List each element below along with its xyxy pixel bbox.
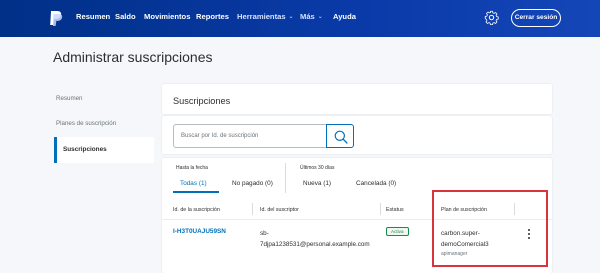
logout-button[interactable]: Cerrar sesión xyxy=(511,9,561,27)
column-divider xyxy=(252,203,253,215)
tab-no-pagado[interactable]: No pagado (0) xyxy=(232,180,273,187)
sidebar-item-planes[interactable]: Planes de suscripción xyxy=(56,120,116,127)
nav-mas-label: Más xyxy=(300,12,315,21)
active-tab-indicator xyxy=(173,191,219,193)
subscriber-id: sb- 7djpa1238531@personal.example.com xyxy=(260,228,370,250)
search-input[interactable]: Buscar por Id. de suscripción xyxy=(173,124,328,148)
chevron-down-icon: ⌄ xyxy=(317,14,323,20)
sidebar-item-resumen[interactable]: Resumen xyxy=(56,95,82,102)
chevron-down-icon: ⌄ xyxy=(288,14,294,20)
filter-group-to-date: Hasta la fecha xyxy=(176,165,208,171)
status-badge: Activa xyxy=(386,227,409,236)
nav-reportes[interactable]: Reportes xyxy=(196,12,229,21)
nav-herramientas-label: Herramientas xyxy=(237,12,286,21)
sidebar-item-label: Suscripciones xyxy=(63,146,107,153)
gear-icon[interactable] xyxy=(484,10,499,25)
nav-resumen[interactable]: Resumen xyxy=(76,12,110,21)
page-title: Administrar suscripciones xyxy=(53,49,213,65)
nav-herramientas[interactable]: Herramientas ⌄ xyxy=(237,12,294,21)
subscriber-id-line2: 7djpa1238531@personal.example.com xyxy=(260,241,370,248)
column-header-status: Estatus xyxy=(386,207,404,213)
top-navigation-bar: Resumen Saldo Movimientos Reportes Herra… xyxy=(0,0,600,37)
subscriber-id-line1: sb- xyxy=(260,230,269,237)
tab-cancelada[interactable]: Cancelada (0) xyxy=(356,180,396,187)
column-header-subscriber-id: Id. del suscriptor xyxy=(260,207,299,213)
nav-ayuda[interactable]: Ayuda xyxy=(333,12,356,21)
subscription-id-link[interactable]: I-H3T0UAJU59SN xyxy=(173,228,226,235)
column-header-subscription-id: Id. de la suscripción xyxy=(173,207,220,213)
column-divider xyxy=(380,203,381,215)
search-button[interactable] xyxy=(326,124,354,148)
search-placeholder: Buscar por Id. de suscripción xyxy=(181,133,259,139)
nav-mas[interactable]: Más ⌄ xyxy=(300,12,323,21)
section-title: Suscripciones xyxy=(173,96,231,106)
tab-nueva[interactable]: Nueva (1) xyxy=(303,180,331,187)
tab-todas[interactable]: Todas (1) xyxy=(180,180,207,187)
search-icon xyxy=(334,130,348,144)
sidebar-item-suscripciones[interactable]: Suscripciones xyxy=(54,137,154,163)
filter-group-last-30: Últimos 30 días xyxy=(300,165,335,171)
paypal-logo-icon[interactable] xyxy=(48,10,64,27)
nav-movimientos[interactable]: Movimientos xyxy=(144,12,190,21)
highlight-box xyxy=(432,190,548,267)
filter-divider xyxy=(285,163,286,193)
nav-saldo[interactable]: Saldo xyxy=(115,12,136,21)
